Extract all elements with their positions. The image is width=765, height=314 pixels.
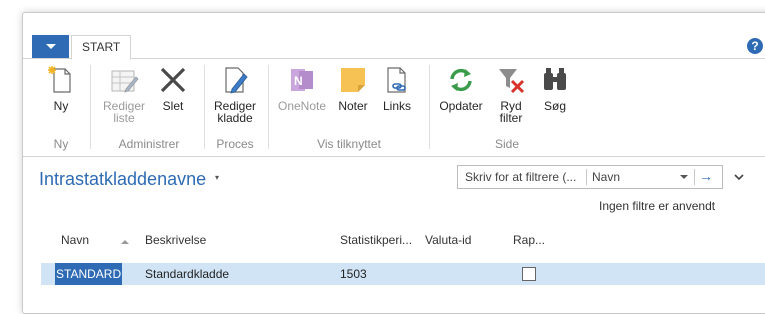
- edit-journal-button[interactable]: Rediger kladde: [211, 65, 259, 124]
- onenote-button[interactable]: N OneNote: [275, 65, 329, 112]
- filter-divider: [586, 169, 587, 185]
- clear-filter-button[interactable]: Ryd filter: [491, 65, 531, 124]
- onenote-icon: N: [287, 65, 317, 95]
- links-button[interactable]: Links: [379, 65, 415, 112]
- filter-divider: [694, 169, 695, 185]
- group-side-label: Side: [494, 137, 520, 151]
- app-menu-button[interactable]: [32, 35, 69, 58]
- delete-x-icon: [158, 65, 188, 95]
- delete-button[interactable]: Slet: [155, 65, 191, 112]
- ribbon-separator: [429, 65, 430, 149]
- cell-beskrivelse[interactable]: Standardkladde: [145, 263, 229, 285]
- new-label: Ny: [53, 99, 69, 113]
- edit-list-label-2: liste: [113, 111, 135, 125]
- reported-checkbox[interactable]: [522, 267, 536, 281]
- new-button[interactable]: Ny: [43, 65, 79, 112]
- clear-filter-icon: [496, 65, 526, 95]
- refresh-icon: [446, 65, 476, 95]
- notes-label: Noter: [338, 99, 368, 113]
- help-icon[interactable]: ?: [747, 38, 763, 54]
- search-label: Søg: [543, 99, 566, 113]
- ribbon-separator: [268, 65, 269, 149]
- group-vis-tilknyttet-label: Vis tilknyttet: [317, 137, 381, 151]
- filter-status: Ingen filtre er anvendt: [599, 199, 716, 213]
- svg-text:N: N: [294, 74, 303, 88]
- search-button[interactable]: Søg: [537, 65, 573, 112]
- edit-list-button[interactable]: Rediger liste: [99, 65, 149, 124]
- ribbon-separator: [90, 65, 91, 149]
- refresh-label: Opdater: [439, 99, 483, 113]
- page-title[interactable]: Intrastatkladdenavne: [39, 169, 206, 190]
- column-header-statistikperiode[interactable]: Statistikperi...: [340, 233, 412, 247]
- title-dropdown-icon[interactable]: ▾: [215, 173, 219, 182]
- ribbon: Ny Ny Rediger liste Slet Administrer Red…: [23, 59, 765, 157]
- collapse-chevron-icon[interactable]: [733, 171, 745, 186]
- column-header-rapporteret[interactable]: Rap...: [513, 233, 545, 247]
- onenote-label: OneNote: [277, 99, 327, 113]
- refresh-button[interactable]: Opdater: [437, 65, 485, 112]
- app-window: START ? Ny Ny Rediger liste Slet Adminis…: [22, 12, 765, 314]
- ribbon-tab-bar: START ?: [23, 35, 765, 60]
- note-icon: [338, 65, 368, 95]
- filter-input[interactable]: Skriv for at filtrere (...: [465, 166, 576, 188]
- table-row[interactable]: STANDARD Standardkladde 1503: [41, 263, 765, 285]
- chevron-down-icon[interactable]: [680, 175, 688, 179]
- links-label: Links: [382, 99, 411, 113]
- filter-field-select[interactable]: Navn: [592, 166, 620, 188]
- column-header-beskrivelse[interactable]: Beskrivelse: [145, 233, 206, 247]
- ribbon-separator: [204, 65, 205, 149]
- column-header-navn[interactable]: Navn: [61, 233, 89, 247]
- link-document-icon: [382, 65, 412, 95]
- menu-caret-icon: [45, 44, 56, 49]
- arrow-right-icon[interactable]: →: [699, 166, 713, 187]
- tab-start[interactable]: START: [71, 35, 132, 60]
- edit-journal-label-2: kladde: [217, 111, 253, 125]
- group-proces-label: Proces: [216, 137, 254, 151]
- new-document-icon: [46, 65, 76, 95]
- column-header-valuta-id[interactable]: Valuta-id: [425, 233, 471, 247]
- binoculars-icon: [540, 65, 570, 95]
- delete-label: Slet: [162, 99, 184, 113]
- group-administrer-label: Administrer: [118, 137, 180, 151]
- cell-navn[interactable]: STANDARD: [55, 263, 123, 285]
- edit-list-icon: [109, 65, 139, 95]
- group-ny-label: Ny: [53, 137, 69, 151]
- clear-filter-label-2: filter: [499, 111, 523, 125]
- cell-statistikperiode[interactable]: 1503: [340, 263, 367, 285]
- filter-box: Skriv for at filtrere (... Navn →: [457, 165, 723, 189]
- notes-button[interactable]: Noter: [335, 65, 371, 112]
- sort-ascending-icon: [121, 240, 129, 244]
- edit-journal-icon: [220, 65, 250, 95]
